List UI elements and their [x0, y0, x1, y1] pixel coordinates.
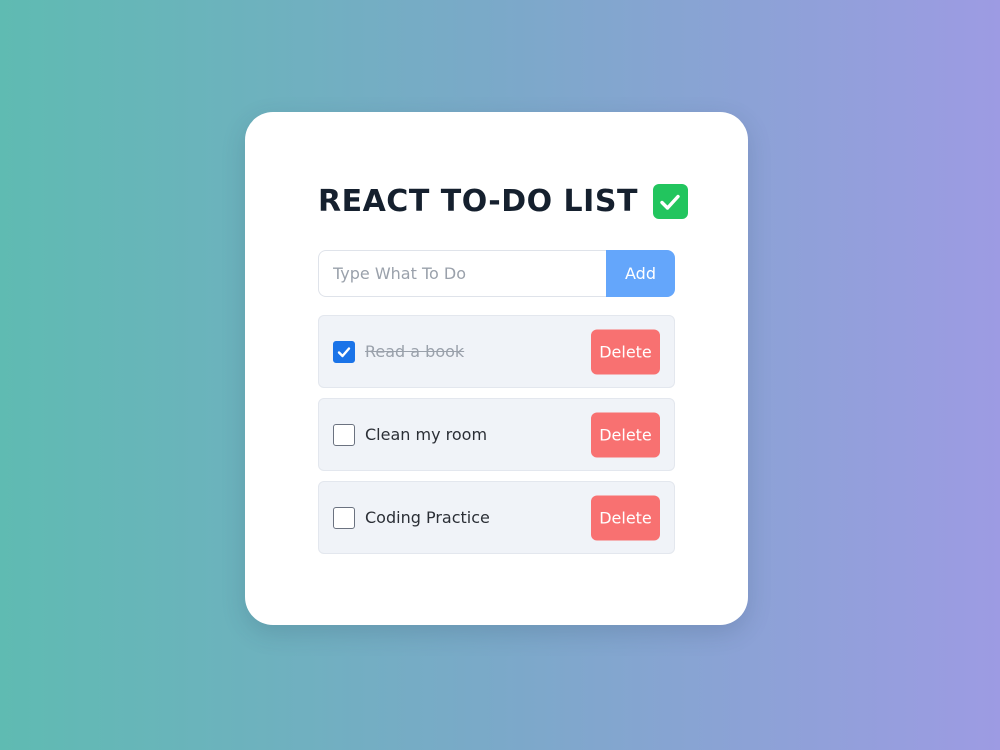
- title-row: REACT TO-DO LIST: [318, 184, 688, 219]
- delete-button[interactable]: Delete: [591, 495, 660, 540]
- checkmark-icon: [337, 346, 351, 357]
- todo-checkbox[interactable]: [333, 340, 355, 363]
- add-todo-form: Add: [318, 250, 675, 297]
- delete-button[interactable]: Delete: [591, 412, 660, 457]
- todo-list: Read a book Delete Clean my room Delete …: [318, 315, 675, 564]
- page-title: REACT TO-DO LIST: [318, 184, 638, 219]
- todo-checkbox[interactable]: [333, 423, 355, 446]
- todo-item: Read a book Delete: [318, 315, 675, 388]
- todo-item: Clean my room Delete: [318, 398, 675, 471]
- todo-card: REACT TO-DO LIST Add Read a book Delete …: [245, 112, 748, 625]
- todo-input[interactable]: [318, 250, 606, 297]
- todo-text: Read a book: [365, 342, 465, 361]
- todo-text: Coding Practice: [365, 508, 490, 527]
- add-button[interactable]: Add: [606, 250, 675, 297]
- delete-button[interactable]: Delete: [591, 329, 660, 374]
- todo-text: Clean my room: [365, 425, 488, 444]
- check-mark-button-icon: [652, 184, 688, 219]
- todo-item: Coding Practice Delete: [318, 481, 675, 554]
- todo-checkbox[interactable]: [333, 506, 355, 529]
